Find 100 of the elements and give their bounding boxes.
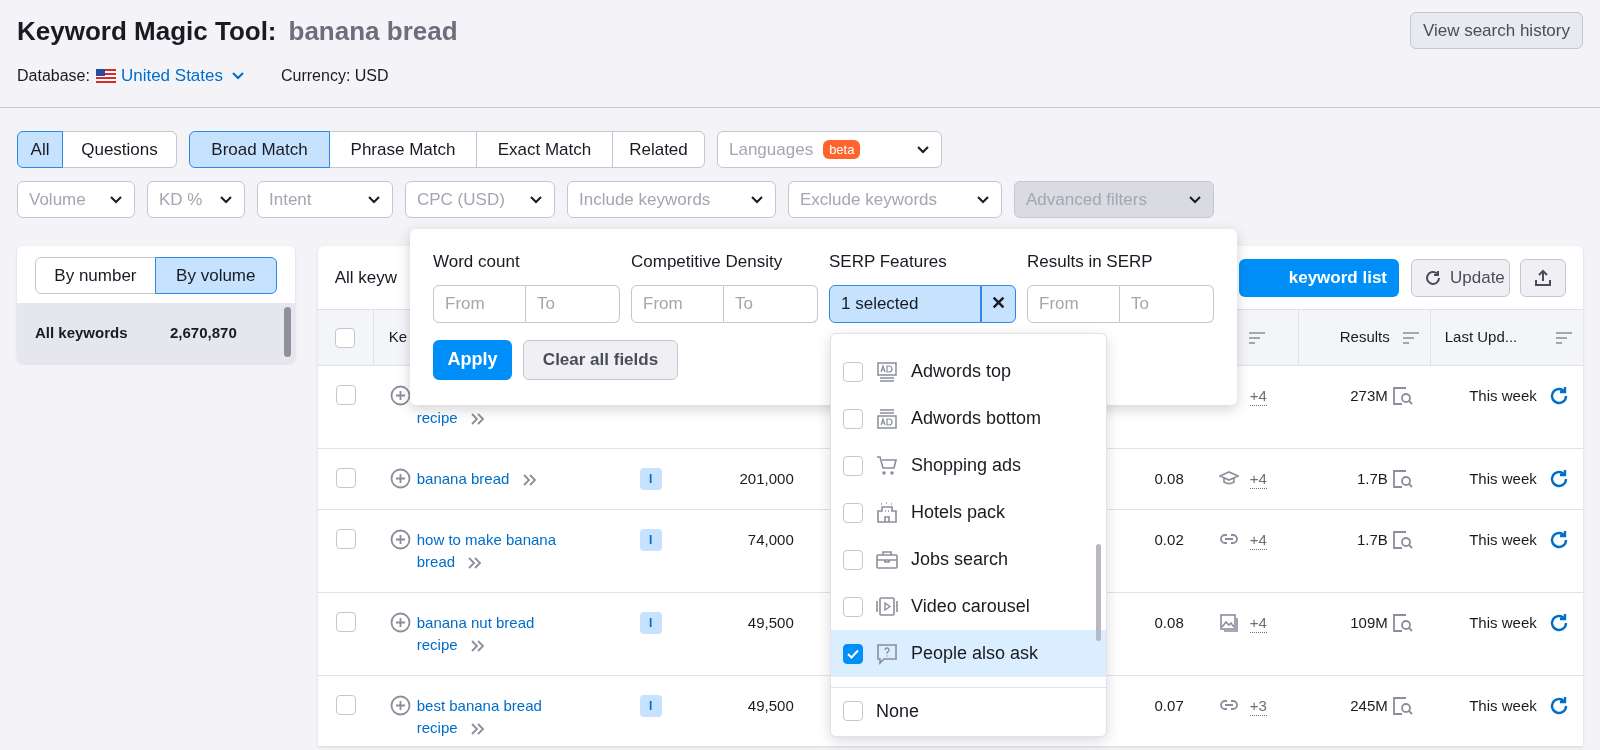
dropdown-option[interactable]: Jobs search: [831, 536, 1106, 583]
intent-badge: I: [639, 612, 662, 634]
double-chevron-icon[interactable]: [469, 412, 486, 427]
table-cell-text: 1.7B: [1356, 529, 1388, 550]
serp-count-link[interactable]: +4: [1249, 386, 1267, 406]
field-label: SERP Features: [829, 251, 948, 273]
table-cell: 0.08: [1154, 614, 1184, 631]
chevron-down-icon: [750, 194, 764, 205]
to-field[interactable]: To: [526, 284, 620, 323]
keyword-link[interactable]: how to make banana bread: [416, 529, 567, 573]
cart-icon: [876, 454, 898, 477]
checkbox[interactable]: [335, 529, 356, 549]
dropdown-option[interactable]: People also ask: [831, 630, 1106, 677]
sort-icon: [1247, 330, 1266, 345]
field-label: Word count: [433, 251, 521, 273]
tab[interactable]: Phrase Match: [329, 131, 477, 168]
double-chevron-icon[interactable]: [469, 722, 486, 737]
from-field[interactable]: From: [631, 284, 724, 323]
table-cell-text: 245M: [1350, 695, 1388, 716]
refresh-icon[interactable]: [1548, 386, 1569, 406]
serp-preview-icon[interactable]: [1391, 530, 1414, 550]
dropdown-option[interactable]: None: [831, 687, 1106, 734]
video-icon: [876, 595, 898, 618]
to-field[interactable]: To: [724, 284, 818, 323]
dropdown-option[interactable]: Adwords top: [831, 348, 1106, 395]
checkbox[interactable]: [335, 695, 356, 715]
chevron-down-icon: [1188, 194, 1202, 205]
export-icon: [1534, 268, 1552, 287]
sort-icon: [1401, 330, 1420, 345]
toggle-button[interactable]: By number: [35, 257, 156, 294]
chevron-down-icon: [916, 144, 930, 155]
serp-preview-icon[interactable]: [1391, 696, 1414, 716]
checkbox[interactable]: [335, 327, 356, 348]
dropdown-option[interactable]: Shopping ads: [831, 442, 1106, 489]
checkbox[interactable]: [843, 502, 863, 523]
table-cell-text: This week: [1469, 612, 1537, 633]
to-field[interactable]: To: [1120, 284, 1214, 323]
question-bubble-icon: [876, 642, 898, 665]
serp-count-link[interactable]: +4: [1249, 469, 1267, 489]
keyword-link[interactable]: banana nut bread recipe: [416, 612, 567, 656]
export-button[interactable]: [1520, 258, 1566, 297]
checkbox[interactable]: [335, 385, 356, 405]
database-link[interactable]: United States: [120, 63, 223, 89]
refresh-icon[interactable]: [1548, 469, 1569, 489]
tab[interactable]: Exact Match: [476, 131, 613, 168]
toggle-button[interactable]: By volume: [154, 257, 277, 294]
checkbox[interactable]: [843, 596, 863, 617]
tab[interactable]: All: [17, 131, 63, 168]
flag-icon: [95, 68, 116, 83]
history-button[interactable]: View search history: [1409, 12, 1583, 49]
refresh-icon[interactable]: [1548, 530, 1569, 550]
dropdown-option[interactable]: Hotels pack: [831, 489, 1106, 536]
checkbox[interactable]: [843, 361, 863, 382]
table-cell-text: 273M: [1350, 385, 1388, 406]
serp-count-link[interactable]: +4: [1249, 613, 1267, 633]
search-query: banana bread: [288, 15, 458, 48]
field-label: Results in SERP: [1027, 251, 1154, 273]
serp-count-link[interactable]: +4: [1249, 530, 1267, 550]
from-field[interactable]: From: [1027, 284, 1120, 323]
keyword-link[interactable]: banana bread: [416, 468, 567, 490]
tab[interactable]: Broad Match: [189, 131, 330, 168]
table-cell-text: This week: [1469, 529, 1537, 550]
serp-count-link[interactable]: +3: [1249, 696, 1267, 716]
checkbox[interactable]: [335, 468, 356, 488]
checkbox[interactable]: [843, 408, 863, 429]
from-field[interactable]: From: [433, 284, 526, 323]
table-cell: 74,000: [747, 531, 794, 548]
keyword-link[interactable]: recipe: [416, 407, 567, 429]
double-chevron-icon[interactable]: [469, 639, 486, 654]
tab[interactable]: Questions: [62, 131, 177, 168]
add-circle-icon: [389, 612, 411, 633]
table-cell-text: This week: [1469, 695, 1537, 716]
table-cell: 49,500: [747, 697, 794, 714]
clear-button[interactable]: ✕: [981, 284, 1016, 323]
table-cell: 201,000: [739, 470, 794, 487]
group-count: 2,670,870: [170, 322, 237, 343]
serp-preview-icon[interactable]: [1391, 386, 1414, 406]
serp-features-select[interactable]: 1 selected: [829, 284, 981, 323]
page-title: Keyword Magic Tool:: [17, 15, 277, 48]
update-button[interactable]: Update: [1411, 258, 1510, 297]
serp-preview-icon[interactable]: [1391, 613, 1414, 633]
checkbox[interactable]: [843, 701, 863, 721]
double-chevron-icon[interactable]: [521, 473, 538, 488]
clear-fields-button[interactable]: Clear all fields: [523, 339, 678, 380]
add-circle-icon: [389, 468, 411, 489]
dropdown-option[interactable]: Adwords bottom: [831, 395, 1106, 442]
double-chevron-icon[interactable]: [467, 556, 484, 571]
tab[interactable]: Related: [612, 131, 705, 168]
serp-preview-icon[interactable]: [1391, 469, 1414, 489]
intent-badge: I: [639, 529, 662, 551]
dropdown-option[interactable]: Video carousel: [831, 583, 1106, 630]
languages-label: Languages: [729, 138, 814, 161]
refresh-icon[interactable]: [1548, 613, 1569, 633]
checkbox[interactable]: [335, 612, 356, 632]
keyword-group-row[interactable]: All keywords 2,670,870: [17, 303, 295, 363]
checkbox[interactable]: [843, 455, 863, 476]
checkbox[interactable]: [843, 549, 863, 570]
keyword-link[interactable]: best banana bread recipe: [416, 695, 567, 739]
refresh-icon[interactable]: [1548, 696, 1569, 716]
checkbox[interactable]: [843, 643, 863, 664]
